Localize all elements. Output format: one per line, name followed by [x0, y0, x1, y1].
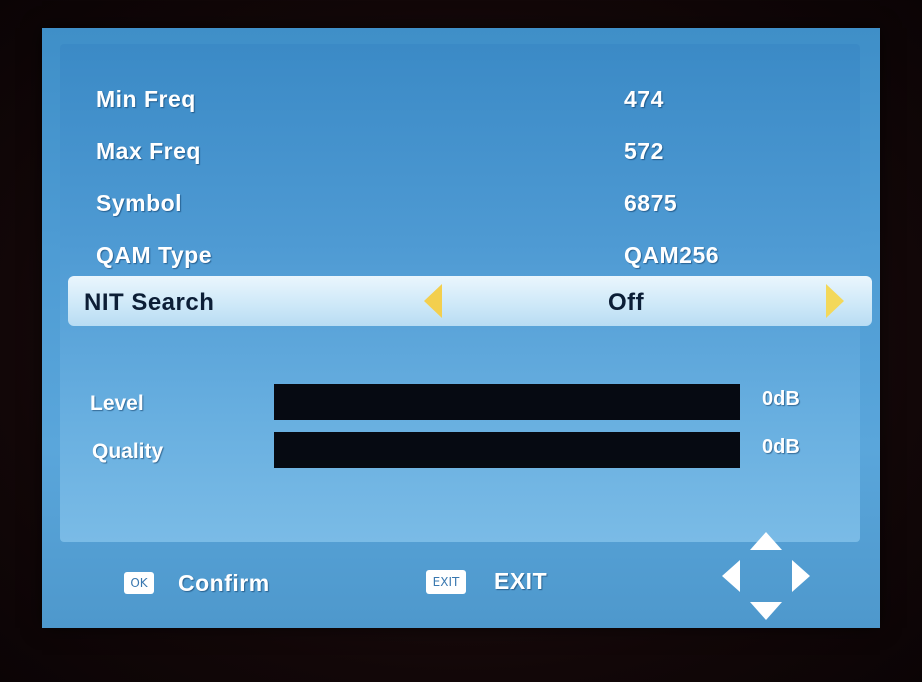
up-arrow-icon — [750, 532, 782, 550]
setting-label: QAM Type — [96, 242, 213, 268]
level-value: 0dB — [762, 388, 800, 410]
quality-meter — [274, 432, 740, 468]
level-label: Level — [90, 392, 144, 415]
setting-label: Symbol — [96, 190, 183, 216]
level-meter — [274, 384, 740, 420]
right-arrow-nav-icon — [792, 560, 810, 592]
confirm-label[interactable]: Confirm — [178, 570, 270, 597]
ok-key-icon[interactable]: OK — [124, 572, 154, 594]
setting-value: Off — [608, 289, 645, 316]
tv-screen: Min Freq 474 Max Freq 572 Symbol 6875 QA… — [42, 28, 880, 628]
quality-label: Quality — [92, 440, 164, 463]
left-arrow-nav-icon — [722, 560, 740, 592]
left-arrow-icon[interactable] — [424, 284, 442, 318]
quality-value: 0dB — [762, 436, 800, 458]
exit-label[interactable]: EXIT — [494, 568, 547, 595]
setting-label: NIT Search — [84, 289, 215, 316]
setting-label: Max Freq — [96, 138, 201, 164]
setting-value: 6875 — [624, 190, 678, 216]
setting-value: 572 — [624, 138, 664, 164]
setting-row-nit-search[interactable]: NIT Search Off — [68, 276, 872, 326]
down-arrow-icon — [750, 602, 782, 620]
setting-row-symbol[interactable]: Symbol 6875 — [76, 180, 856, 224]
dpad-navigation-icon — [722, 532, 810, 620]
right-arrow-icon[interactable] — [826, 284, 844, 318]
setting-value: 474 — [624, 86, 664, 112]
exit-key-icon[interactable]: EXIT — [426, 570, 466, 594]
setting-row-qam-type[interactable]: QAM Type QAM256 — [76, 232, 856, 276]
setting-label: Min Freq — [96, 86, 196, 112]
setting-row-max-freq[interactable]: Max Freq 572 — [76, 128, 856, 172]
setting-row-min-freq[interactable]: Min Freq 474 — [76, 76, 856, 120]
setting-value: QAM256 — [624, 242, 720, 268]
